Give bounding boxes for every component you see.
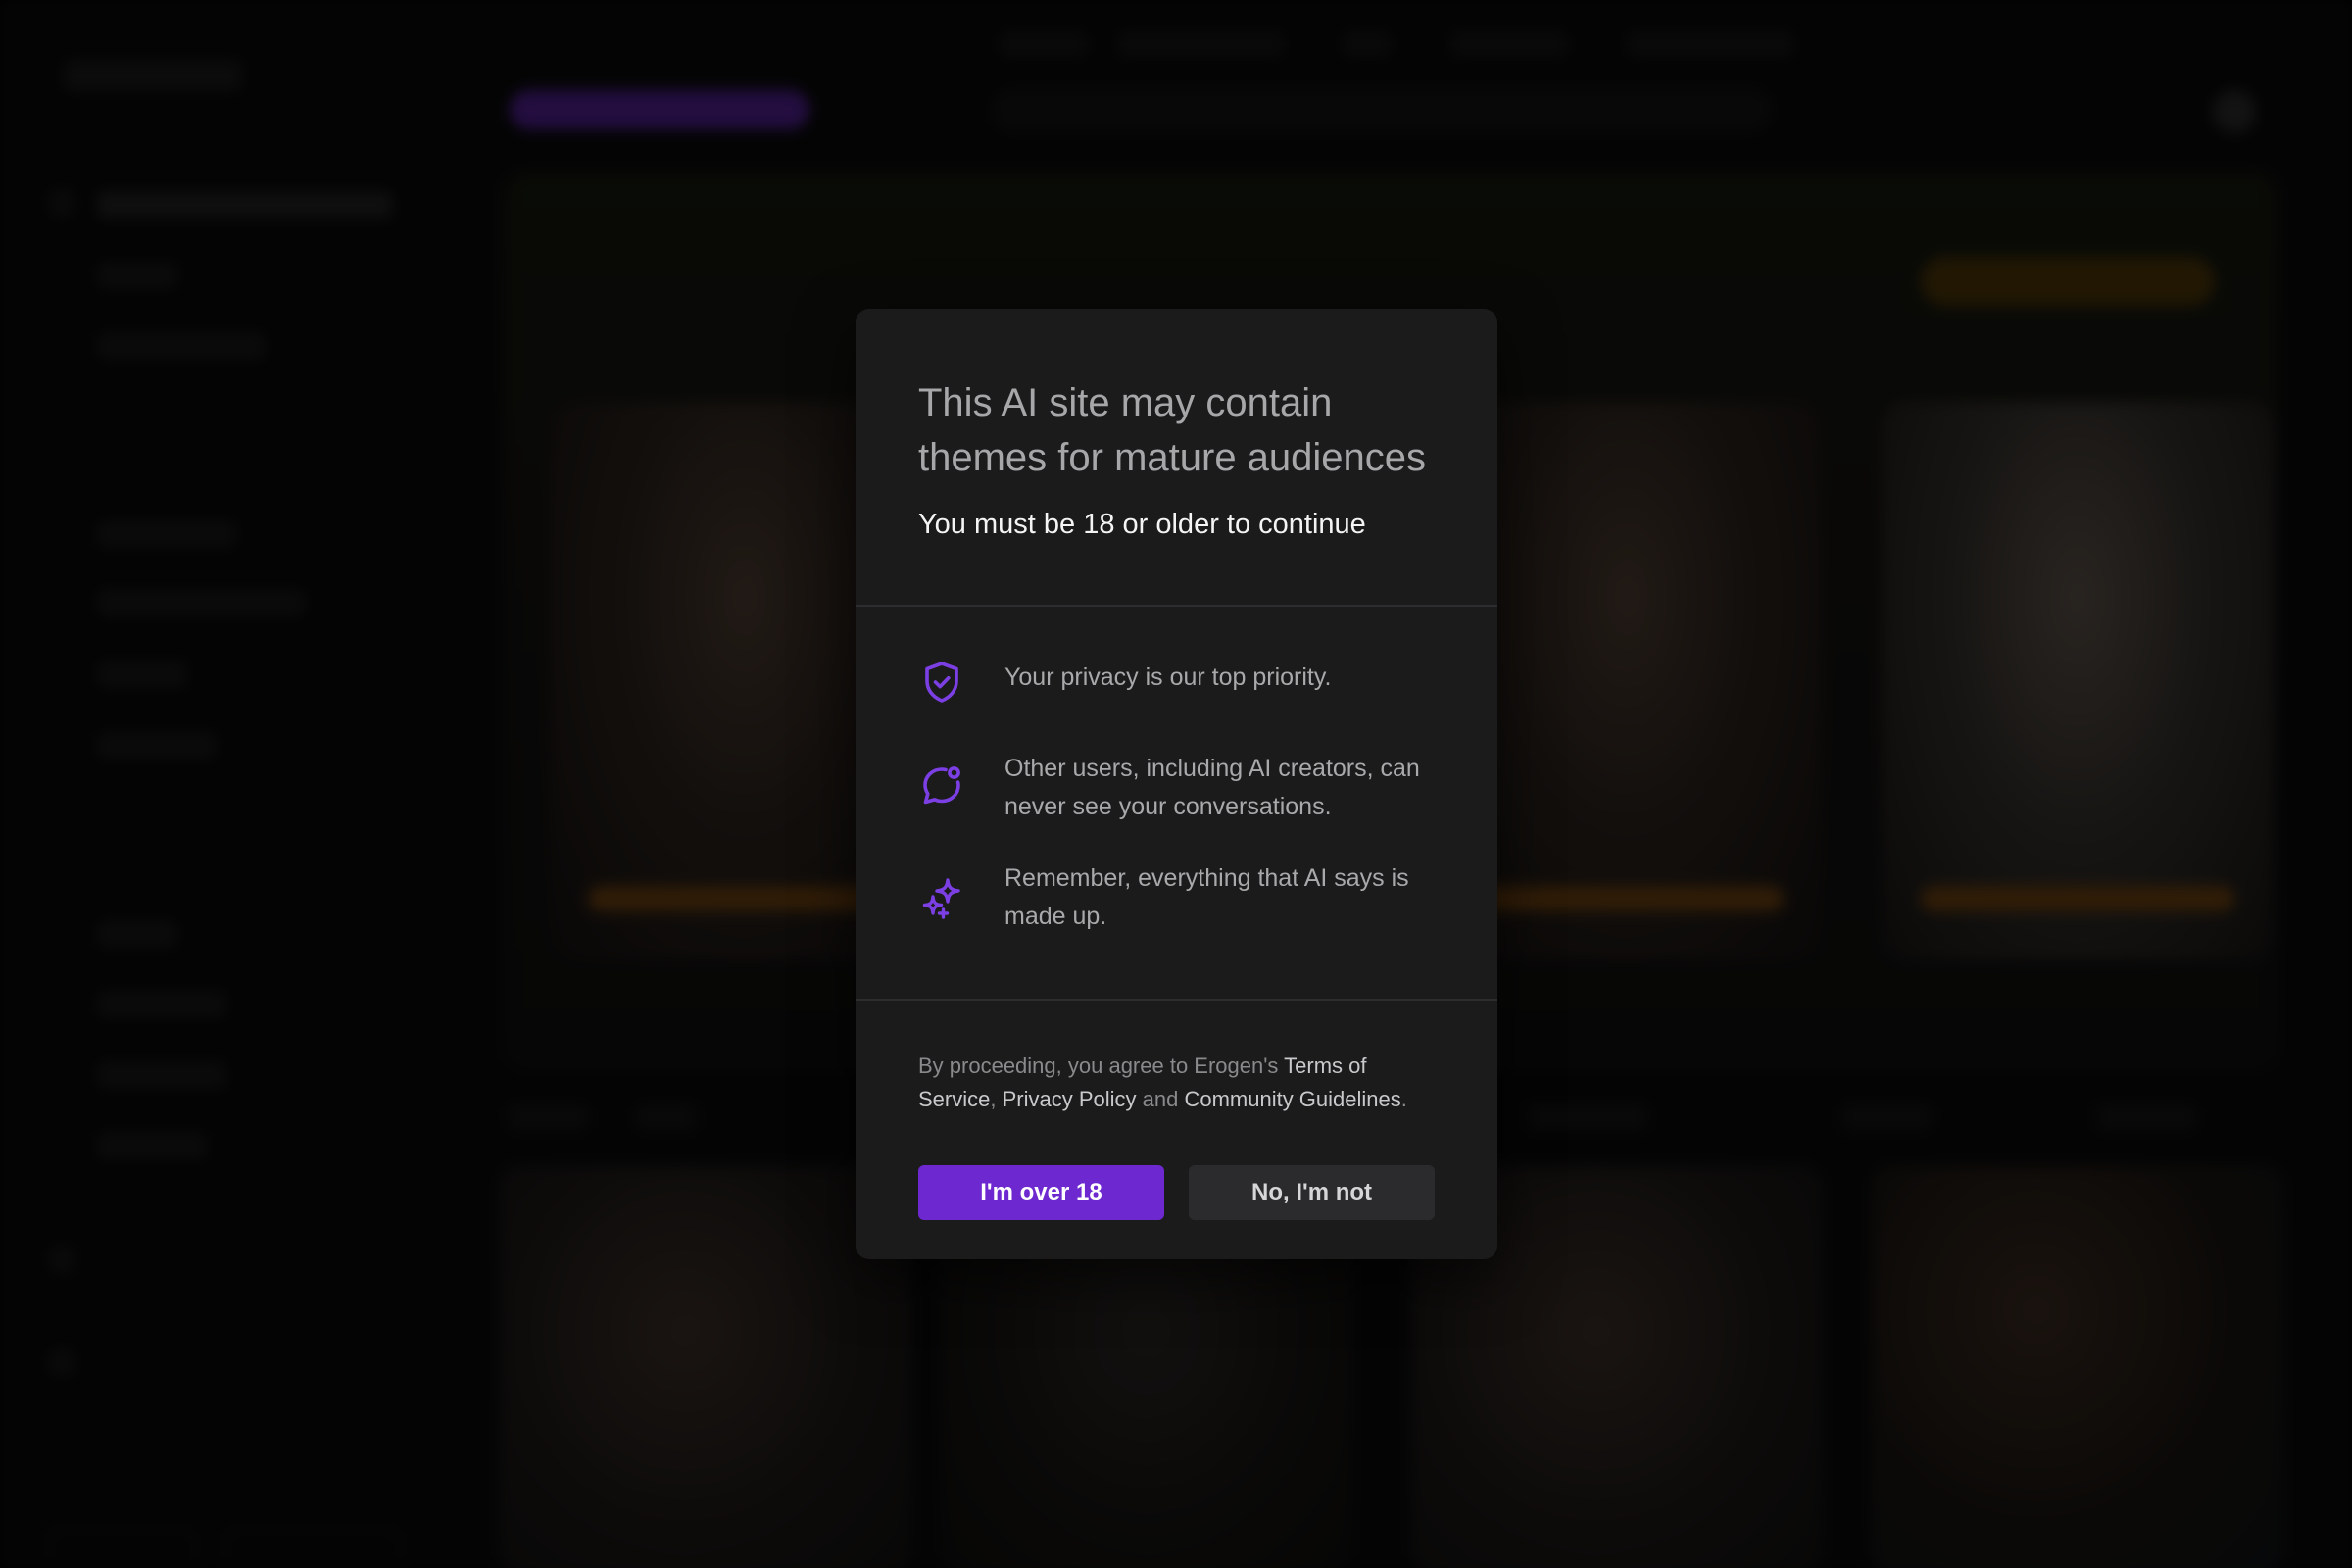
feature-privacy: Your privacy is our top priority. — [918, 659, 1448, 706]
legal-notice: By proceeding, you agree to Erogen's Ter… — [918, 1050, 1435, 1116]
legal-separator: , — [990, 1087, 1003, 1111]
dialog-features: Your privacy is our top priority. Other … — [856, 607, 1497, 999]
community-guidelines-link[interactable]: Community Guidelines — [1184, 1087, 1400, 1111]
feature-conversations: Other users, including AI creators, can … — [918, 750, 1448, 826]
dialog-title: This AI site may contain themes for matu… — [918, 381, 1427, 479]
legal-separator: and — [1136, 1087, 1185, 1111]
feature-text: Other users, including AI creators, can … — [1004, 755, 1420, 820]
decline-age-button[interactable]: No, I'm not — [1189, 1165, 1435, 1220]
sparkles-icon — [918, 875, 965, 922]
legal-suffix: . — [1400, 1087, 1407, 1111]
feature-text: Your privacy is our top priority. — [1004, 663, 1332, 691]
legal-prefix: By proceeding, you agree to Erogen's — [918, 1054, 1285, 1078]
feature-ai-made-up: Remember, everything that AI says is mad… — [918, 859, 1448, 936]
privacy-policy-link[interactable]: Privacy Policy — [1003, 1087, 1137, 1111]
age-verification-dialog: This AI site may contain themes for matu… — [856, 309, 1497, 1259]
chat-bubble-notification-icon — [918, 762, 965, 809]
confirm-age-button[interactable]: I'm over 18 — [918, 1165, 1164, 1220]
feature-text: Remember, everything that AI says is mad… — [1004, 864, 1409, 930]
dialog-footer: By proceeding, you agree to Erogen's Ter… — [856, 1001, 1497, 1220]
page: This AI site may contain themes for matu… — [0, 0, 2352, 1568]
dialog-header: This AI site may contain themes for matu… — [856, 309, 1497, 605]
shield-check-icon — [918, 659, 965, 706]
dialog-subtitle: You must be 18 or older to continue — [918, 509, 1366, 540]
dialog-actions: I'm over 18 No, I'm not — [918, 1165, 1435, 1220]
